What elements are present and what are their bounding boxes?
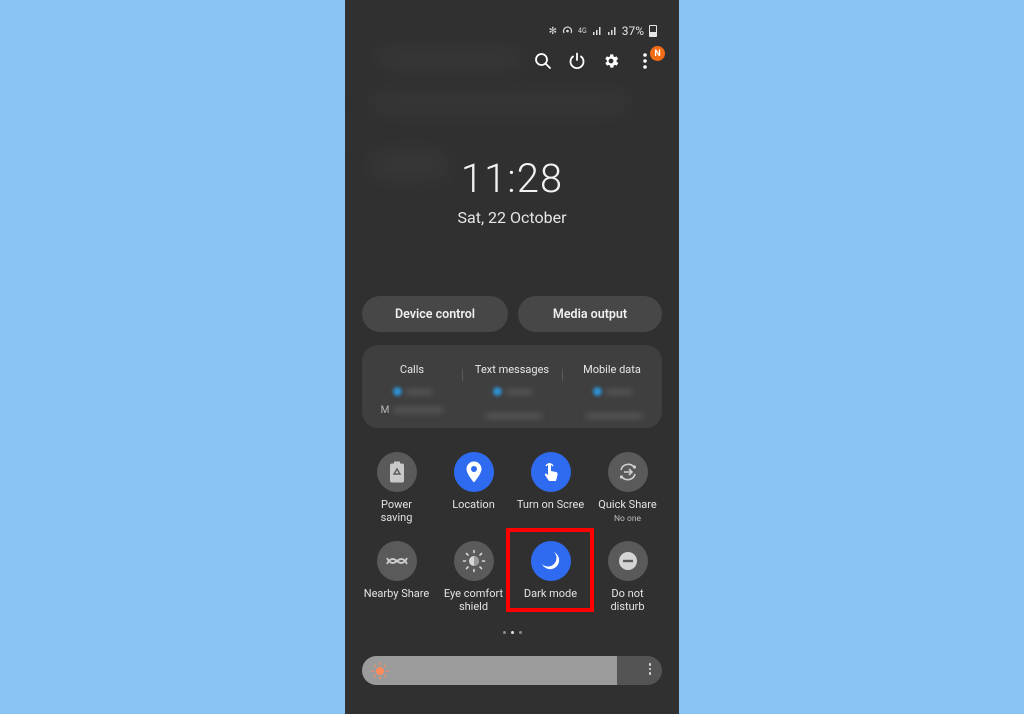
blurred-text [605,388,632,395]
sim-data-label: Mobile data [583,363,641,376]
tile-label: Location [452,499,495,511]
brightness-slider[interactable] [362,656,662,685]
tile-power-saving[interactable]: Power saving [358,452,435,524]
hotspot-icon [562,25,573,38]
gear-icon[interactable] [601,50,621,72]
sim-calls-label: Calls [399,363,425,376]
touch-hand-icon [530,452,571,492]
sim-indicator [392,387,402,397]
signal-icon [592,24,602,38]
bluetooth-icon: ✻ [548,25,558,37]
clock-time: 11:28 [460,155,564,202]
quick-share-icon [607,452,648,492]
tile-quick-share[interactable]: Quick Share No one [589,452,666,524]
tile-dark-mode[interactable]: Dark mode [512,541,589,600]
page-dot[interactable] [502,631,506,634]
tile-label: Do not [611,588,644,600]
battery-percent: 37% [621,24,644,38]
tile-label-2: disturb [610,601,645,613]
battery-recycle-icon [376,452,417,492]
page-dot[interactable] [518,631,522,634]
more-icon[interactable]: N [635,46,665,72]
tile-do-not-disturb[interactable]: Do not disturb [589,541,666,613]
tile-label-2: shield [458,601,489,613]
tile-sub-label: No one [613,514,642,524]
blurred-notification [370,92,630,114]
location-pin-icon [453,452,494,492]
sim-calls-sub: M [380,405,390,416]
clock-date: Sat, 22 October [457,208,567,227]
media-output-button[interactable]: Media output [518,296,662,332]
tile-label: Turn on Scree [516,499,585,511]
tile-label: Dark mode [523,588,578,600]
brightness-more-icon[interactable] [648,663,652,675]
blurred-text [486,412,542,419]
sim-calls[interactable]: Calls M [362,363,462,416]
quick-settings-panel: ✻ 4G 37% N 11:28 Sat, 22 October Device … [345,0,679,714]
status-bar: ✻ 4G 37% [549,23,657,39]
battery-icon [649,25,657,37]
page-dot-active[interactable] [510,631,514,634]
power-icon[interactable] [567,50,587,72]
tile-label: Power [381,499,412,511]
tile-label: Quick Share [598,499,657,511]
blurred-text [405,388,432,395]
blurred-text [505,388,532,395]
4g-icon: 4G [578,26,587,35]
notification-badge: N [650,46,665,61]
tile-label-2: saving [380,512,413,524]
search-icon[interactable] [533,50,553,72]
nearby-share-icon [376,541,417,581]
tile-turn-on-screen[interactable]: Turn on Scree [512,452,589,511]
brightness-fill [362,656,617,685]
tile-label: Eye comfort [443,588,504,600]
sim-text-label: Text messages [474,363,550,376]
top-actions: N [533,46,665,72]
blurred-text [393,407,444,414]
tile-nearby-share[interactable]: Nearby Share [358,541,435,600]
sim-text-messages[interactable]: Text messages [462,363,562,424]
eye-comfort-icon [453,541,494,581]
device-control-button[interactable]: Device control [362,296,508,332]
tile-label: Nearby Share [363,588,430,600]
sim-manager-card[interactable]: Calls M Text messages Mobile data [362,345,662,428]
page-indicator [345,631,679,634]
tile-location[interactable]: Location [435,452,512,511]
moon-icon [530,541,571,581]
signal-icon [607,24,617,38]
tile-eye-comfort-shield[interactable]: Eye comfort shield [435,541,512,613]
blurred-text [586,412,642,419]
sim-indicator [492,387,502,397]
sim-indicator [592,387,602,397]
sun-icon [371,662,389,684]
blurred-notification [375,48,525,70]
do-not-disturb-icon [607,541,648,581]
sim-mobile-data[interactable]: Mobile data [562,363,662,424]
